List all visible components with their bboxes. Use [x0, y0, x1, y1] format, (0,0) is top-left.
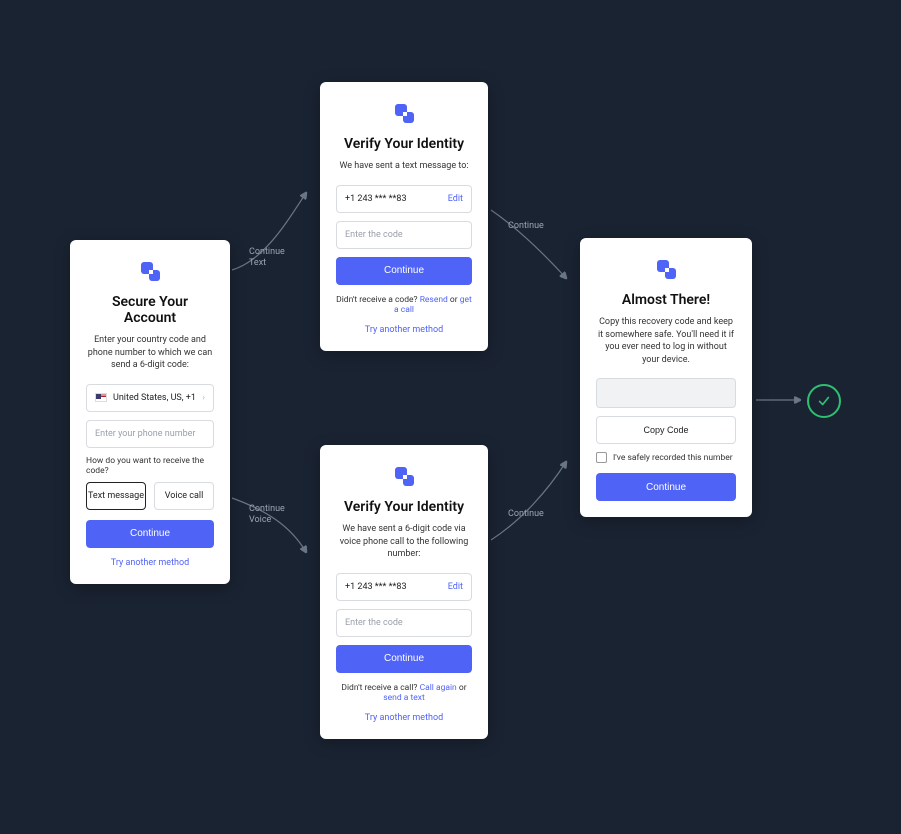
flow-label-continue-text: Continue Text	[249, 247, 285, 269]
phone-value: +1 243 *** **83	[345, 582, 407, 592]
verify-voice-card: Verify Your Identity We have sent a 6-di…	[320, 445, 488, 739]
try-another-method-link[interactable]: Try another method	[86, 558, 214, 568]
option-voice-call[interactable]: Voice call	[154, 482, 214, 510]
success-icon	[807, 384, 841, 418]
page-title: Verify Your Identity	[336, 499, 472, 515]
logo-icon	[596, 256, 736, 282]
phone-display: +1 243 *** **83 Edit	[336, 185, 472, 213]
chevron-right-icon: ›	[202, 393, 205, 403]
flow-label-continue-voice: Continue Voice	[249, 504, 285, 526]
subtitle: Copy this recovery code and keep it some…	[596, 316, 736, 366]
help-line: Didn't receive a call? Call again or sen…	[336, 683, 472, 703]
edit-link[interactable]: Edit	[448, 194, 463, 204]
logo-icon	[336, 463, 472, 489]
flow-label-continue-2: Continue	[508, 509, 544, 520]
subtitle: We have sent a 6-digit code via voice ph…	[336, 523, 472, 561]
resend-link[interactable]: Resend	[420, 295, 448, 305]
call-again-link[interactable]: Call again	[420, 683, 457, 693]
recovery-code-box	[596, 378, 736, 408]
try-another-method-link[interactable]: Try another method	[336, 713, 472, 723]
receive-method-label: How do you want to receive the code?	[86, 456, 214, 476]
help-or: or	[448, 295, 460, 305]
country-value: United States, US, +1	[113, 393, 196, 403]
subtitle: We have sent a text message to:	[336, 160, 472, 173]
logo-icon	[86, 258, 214, 284]
phone-value: +1 243 *** **83	[345, 194, 407, 204]
flow-label-continue-1: Continue	[508, 221, 544, 232]
send-text-link[interactable]: send a text	[383, 693, 425, 703]
try-another-method-link[interactable]: Try another method	[336, 325, 472, 335]
copy-code-button[interactable]: Copy Code	[596, 416, 736, 444]
code-placeholder: Enter the code	[345, 618, 403, 628]
secure-account-card: Secure Your Account Enter your country c…	[70, 240, 230, 584]
flag-us-icon	[95, 393, 107, 402]
page-title: Secure Your Account	[86, 294, 214, 326]
recorded-checkbox[interactable]	[596, 452, 607, 463]
code-placeholder: Enter the code	[345, 230, 403, 240]
subtitle: Enter your country code and phone number…	[86, 334, 214, 372]
continue-button[interactable]: Continue	[86, 520, 214, 548]
phone-input[interactable]: Enter your phone number	[86, 420, 214, 448]
almost-there-card: Almost There! Copy this recovery code an…	[580, 238, 752, 517]
help-line: Didn't receive a code? Resend or get a c…	[336, 295, 472, 315]
continue-button[interactable]: Continue	[596, 473, 736, 501]
continue-button[interactable]: Continue	[336, 257, 472, 285]
page-title: Almost There!	[596, 292, 736, 308]
code-input[interactable]: Enter the code	[336, 221, 472, 249]
continue-button[interactable]: Continue	[336, 645, 472, 673]
logo-icon	[336, 100, 472, 126]
phone-placeholder: Enter your phone number	[95, 429, 195, 439]
help-prefix: Didn't receive a code?	[336, 295, 420, 305]
option-text-message[interactable]: Text message	[86, 482, 146, 510]
country-select[interactable]: United States, US, +1 ›	[86, 384, 214, 412]
edit-link[interactable]: Edit	[448, 582, 463, 592]
help-prefix: Didn't receive a call?	[341, 683, 419, 693]
recorded-label: I've safely recorded this number	[613, 453, 733, 463]
phone-display: +1 243 *** **83 Edit	[336, 573, 472, 601]
page-title: Verify Your Identity	[336, 136, 472, 152]
verify-text-card: Verify Your Identity We have sent a text…	[320, 82, 488, 351]
code-input[interactable]: Enter the code	[336, 609, 472, 637]
help-or: or	[457, 683, 467, 693]
